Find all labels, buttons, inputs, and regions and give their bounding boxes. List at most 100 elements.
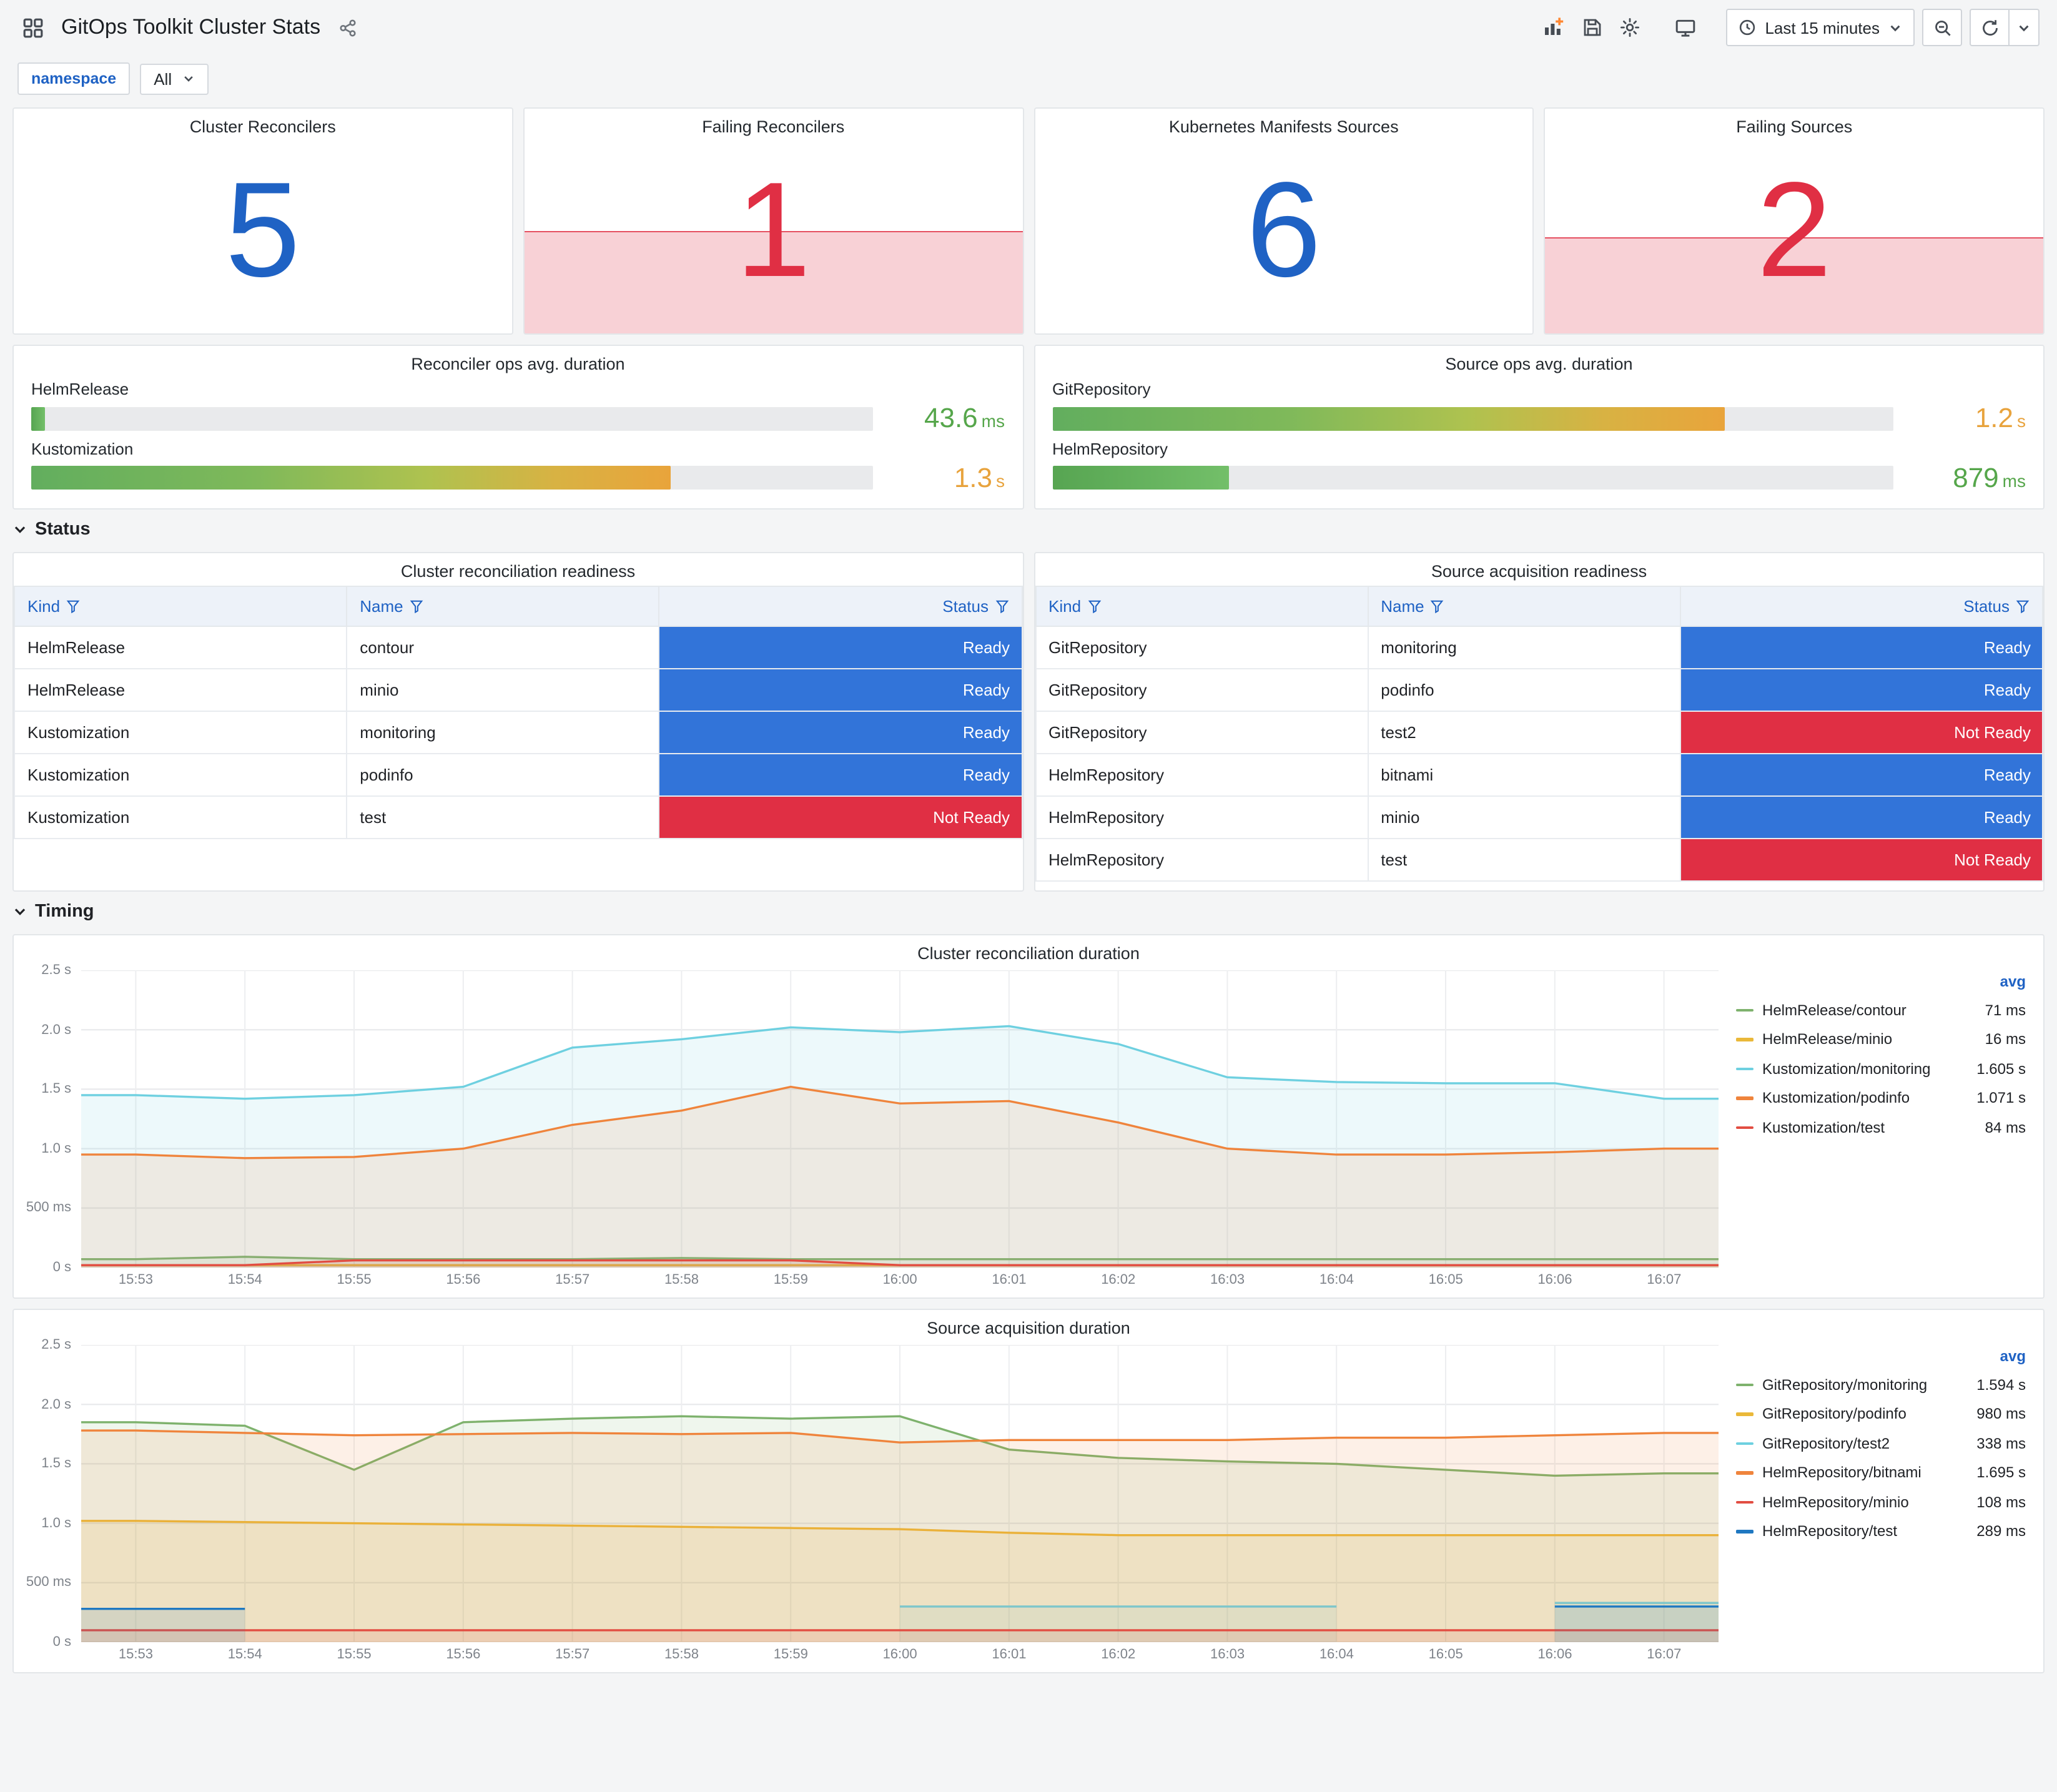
panel-title[interactable]: Source acquisition duration [14,1310,2043,1340]
x-axis-label: 16:02 [1101,1647,1136,1662]
legend-series-name[interactable]: HelmRelease/minio [1762,1031,1985,1048]
x-axis-label: 15:59 [773,1647,808,1662]
cell-kind: Kustomization [13,753,348,797]
column-header-name[interactable]: Name [346,586,660,627]
legend-series-name[interactable]: HelmRepository/minio [1762,1494,1976,1511]
panel-reconciler-ops-duration: Reconciler ops avg. duration HelmRelease… [12,345,1024,510]
legend-series-name[interactable]: HelmRepository/bitnami [1762,1464,1976,1482]
x-axis-label: 15:54 [227,1647,262,1662]
panel-title[interactable]: Failing Sources [1546,109,2044,139]
legend-item[interactable]: GitRepository/podinfo 980 ms [1736,1399,2026,1429]
y-axis-label: 500 ms [26,1200,71,1216]
panel-title[interactable]: Kubernetes Manifests Sources [1035,109,1533,139]
x-axis-label: 15:57 [555,1647,590,1662]
cell-name: podinfo [1367,668,1681,712]
table-row: HelmRepository bitnami Ready [1034,753,2044,797]
cycle-view-mode-button[interactable] [1670,12,1701,43]
legend-series-name[interactable]: Kustomization/test [1762,1119,1985,1136]
dashboards-grid-icon[interactable] [17,12,49,43]
panel-title[interactable]: Cluster reconciliation readiness [14,553,1022,583]
legend-series-name[interactable]: GitRepository/monitoring [1762,1376,1976,1394]
legend-item[interactable]: HelmRepository/bitnami 1.695 s [1736,1458,2026,1487]
legend-series-name[interactable]: GitRepository/podinfo [1762,1406,1976,1423]
legend-series-value: 289 ms [1976,1522,2026,1540]
panel-title[interactable]: Source ops avg. duration [1052,346,2026,376]
table-row: Kustomization test Not Ready [13,795,1023,839]
legend-item[interactable]: GitRepository/monitoring 1.594 s [1736,1370,2026,1399]
legend-series-name[interactable]: HelmRelease/contour [1762,1002,1985,1019]
legend-series-name[interactable]: Kustomization/podinfo [1762,1090,1976,1107]
cell-name: bitnami [1367,753,1681,797]
time-series-plot[interactable] [81,970,1719,1268]
gauge-value: 1.3 s [954,461,1005,493]
stat-panel-failing-reconcilers: Failing Reconcilers 1 [523,107,1024,335]
legend-avg-header[interactable]: avg [1736,1347,2026,1370]
zoom-out-button[interactable] [1922,9,1962,46]
section-row-timing[interactable]: Timing [12,902,2045,922]
x-axis: 15:53 15:54 15:55 15:56 15:57 15:58 15:59 16:00… [81,1642,1719,1667]
cell-name: monitoring [1367,626,1681,669]
cell-kind: GitRepository [1034,626,1369,669]
column-header-name[interactable]: Name [1367,586,1681,627]
refresh-button[interactable] [1970,9,2010,46]
panel-title[interactable]: Source acquisition readiness [1035,553,2043,583]
cell-name: contour [346,626,660,669]
cell-name: minio [346,668,660,712]
x-axis-label: 15:54 [227,1273,262,1287]
panel-title[interactable]: Reconciler ops avg. duration [31,346,1005,376]
legend-item[interactable]: HelmRelease/minio 16 ms [1736,1025,2026,1054]
legend-avg-header[interactable]: avg [1736,973,2026,995]
x-axis-label: 15:58 [664,1273,699,1287]
cell-name: test [346,795,660,839]
refresh-interval-dropdown[interactable] [2010,9,2040,46]
section-row-status[interactable]: Status [12,519,2045,539]
x-axis-label: 16:05 [1428,1273,1463,1287]
gauge-label: Kustomization [31,439,134,458]
panel-title[interactable]: Cluster Reconcilers [14,109,512,139]
y-axis-label: 1.5 s [41,1456,71,1472]
gauge-bar [31,466,671,490]
panel-cluster-reconciliation-duration: Cluster reconciliation duration 0 s 500 m… [12,934,2045,1299]
panel-title[interactable]: Cluster reconciliation duration [14,935,2043,965]
legend-item[interactable]: Kustomization/podinfo 1.071 s [1736,1083,2026,1113]
gauge-bar [1052,406,1725,431]
x-axis-label: 16:01 [992,1273,1027,1287]
status-badge: Ready [1679,753,2044,797]
save-dashboard-button[interactable] [1577,12,1607,42]
status-badge: Not Ready [658,795,1023,839]
column-header-kind[interactable]: Kind [13,586,348,627]
share-dashboard-icon[interactable] [333,13,362,42]
column-header-kind[interactable]: Kind [1034,586,1369,627]
legend-item[interactable]: Kustomization/test 84 ms [1736,1113,2026,1142]
legend-item[interactable]: Kustomization/monitoring 1.605 s [1736,1054,2026,1083]
column-header-status[interactable]: Status [1679,586,2044,627]
table-row: GitRepository test2 Not Ready [1034,711,2044,754]
x-axis-label: 16:01 [992,1647,1027,1662]
x-axis-label: 16:06 [1537,1647,1572,1662]
gauges-row: Reconciler ops avg. duration HelmRelease… [12,345,2045,510]
panel-title[interactable]: Failing Reconcilers [525,109,1023,139]
stat-value: 2 [1757,154,1832,305]
legend-series-name[interactable]: GitRepository/test2 [1762,1435,1976,1452]
legend-series-name[interactable]: HelmRepository/test [1762,1523,1976,1540]
dashboard-settings-button[interactable] [1615,12,1645,42]
legend-item[interactable]: HelmRelease/contour 71 ms [1736,995,2026,1025]
dashboard: GitOps Toolkit Cluster Stats Last 15 min… [0,0,2057,1792]
add-panel-button[interactable] [1537,11,1570,44]
legend-item[interactable]: GitRepository/test2 338 ms [1736,1429,2026,1458]
stat-panel-cluster-reconcilers: Cluster Reconcilers 5 [12,107,513,335]
column-header-status[interactable]: Status [658,586,1023,627]
legend-series-name[interactable]: Kustomization/monitoring [1762,1060,1976,1078]
time-range-picker[interactable]: Last 15 minutes [1726,9,1915,46]
gauge-label: HelmRepository [1052,439,1168,458]
namespace-variable-dropdown[interactable]: All [140,63,209,94]
legend-item[interactable]: HelmRepository/test 289 ms [1736,1517,2026,1546]
gauge-track [1052,406,1893,431]
x-axis-label: 15:59 [773,1273,808,1287]
time-series-plot[interactable] [81,1345,1719,1642]
status-badge: Not Ready [1679,838,2044,882]
filter-icon [1087,600,1101,614]
x-axis-label: 16:04 [1319,1647,1354,1662]
legend-item[interactable]: HelmRepository/minio 108 ms [1736,1487,2026,1517]
x-axis-label: 16:03 [1210,1647,1245,1662]
